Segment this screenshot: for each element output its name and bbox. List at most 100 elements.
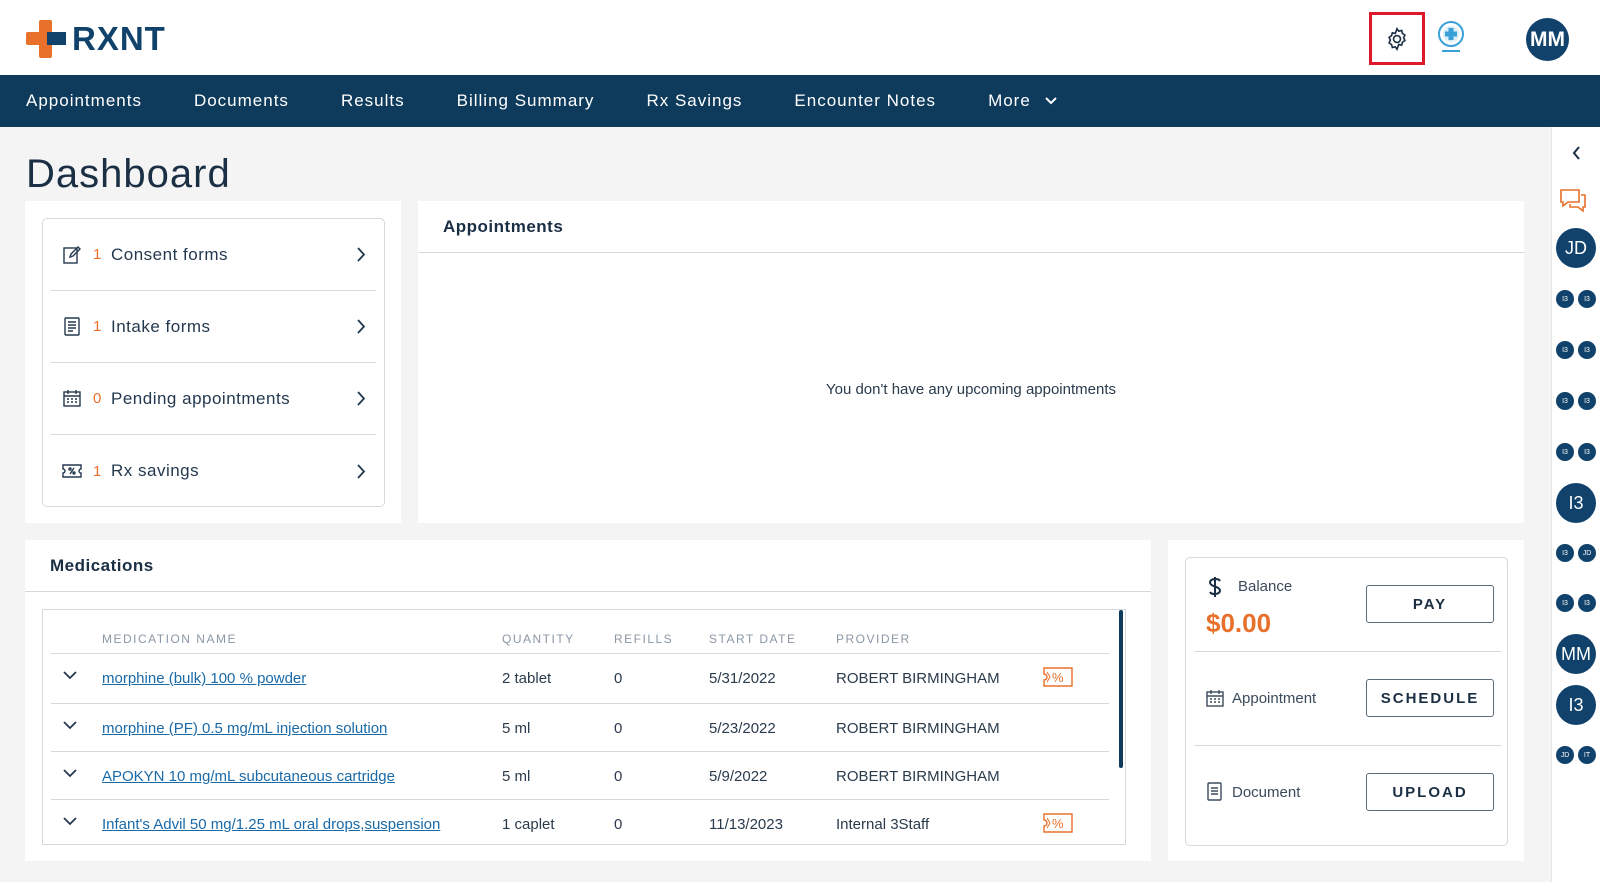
chevron-right-icon — [357, 391, 366, 406]
mini-avatar: I3 — [1578, 341, 1596, 359]
mini-avatar: JD — [1556, 746, 1574, 764]
medication-name-link[interactable]: Infant's Advil 50 mg/1.25 mL oral drops,… — [102, 816, 440, 833]
column-header-provider[interactable]: PROVIDER — [836, 632, 911, 646]
chevron-right-icon — [357, 463, 366, 479]
upload-button[interactable]: UPLOAD — [1366, 773, 1494, 811]
rail-avatar[interactable]: JD — [1556, 228, 1596, 268]
medication-quantity: 5 ml — [502, 720, 531, 737]
user-avatar[interactable]: MM — [1526, 18, 1569, 61]
calendar-icon — [61, 390, 83, 407]
schedule-button[interactable]: SCHEDULE — [1366, 679, 1494, 717]
appointment-section: Appointment SCHEDULE — [1194, 652, 1501, 746]
column-header-refills[interactable]: REFILLS — [614, 632, 673, 646]
chevron-down-icon[interactable] — [63, 817, 77, 826]
medication-name-link[interactable]: morphine (bulk) 100 % powder — [102, 670, 306, 687]
medications-title: Medications — [50, 556, 154, 575]
medication-refills: 0 — [614, 720, 623, 737]
mini-avatar: JD — [1578, 544, 1596, 562]
quick-links-card: 1 Consent forms 1 Intake forms 0 Pending… — [25, 201, 401, 523]
medication-provider: ROBERT BIRMINGHAM — [836, 768, 1000, 785]
chevron-down-icon[interactable] — [63, 721, 77, 730]
consent-forms-label: Consent forms — [111, 244, 229, 264]
nav-encounter-notes[interactable]: Encounter Notes — [794, 91, 936, 111]
medication-provider: ROBERT BIRMINGHAM — [836, 670, 1000, 687]
mini-avatar: IT — [1578, 746, 1596, 764]
medication-refills: 0 — [614, 816, 623, 833]
table-row: morphine (PF) 0.5 mg/mL injection soluti… — [51, 703, 1109, 753]
rail-avatar-group[interactable]: I3 JD — [1556, 544, 1596, 562]
rail-avatar-group[interactable]: I3 I3 — [1556, 594, 1596, 612]
rail-avatar[interactable]: I3 — [1556, 483, 1596, 523]
table-row: APOKYN 10 mg/mL subcutaneous cartridge 5… — [51, 751, 1109, 801]
mini-avatar: I3 — [1556, 341, 1574, 359]
nav-results[interactable]: Results — [341, 91, 405, 111]
scrollbar[interactable] — [1119, 610, 1123, 768]
medication-provider: Internal 3Staff — [836, 816, 930, 833]
mini-avatar: I3 — [1556, 544, 1574, 562]
column-header-quantity[interactable]: QUANTITY — [502, 632, 575, 646]
medication-provider: ROBERT BIRMINGHAM — [836, 720, 1000, 737]
nav-rx-savings[interactable]: Rx Savings — [646, 91, 742, 111]
rail-avatar-group[interactable]: I3 I3 — [1556, 443, 1596, 461]
balance-section: Balance $0.00 PAY — [1194, 558, 1501, 652]
divider — [418, 252, 1524, 253]
medication-quantity: 5 ml — [502, 768, 531, 785]
rx-savings-icon[interactable]: % — [1043, 667, 1073, 687]
rail-avatar[interactable]: I3 — [1556, 685, 1596, 725]
quick-link-pending-appointments[interactable]: 0 Pending appointments — [51, 363, 376, 435]
rxnt-logo[interactable]: RXNT — [26, 20, 166, 58]
appointments-title: Appointments — [443, 217, 564, 236]
appointment-label: Appointment — [1232, 690, 1317, 707]
rx-savings-icon[interactable]: % — [1043, 813, 1073, 833]
mini-avatar: I3 — [1556, 290, 1574, 308]
mini-avatar: I3 — [1556, 443, 1574, 461]
rail-avatar-group[interactable]: JD IT — [1556, 746, 1596, 764]
logo-text: RXNT — [72, 20, 166, 57]
quick-link-consent-forms[interactable]: 1 Consent forms — [51, 219, 376, 291]
rail-avatar-group[interactable]: I3 I3 — [1556, 341, 1596, 359]
pay-button[interactable]: PAY — [1366, 585, 1494, 623]
document-section: Document UPLOAD — [1194, 746, 1501, 846]
dollar-icon — [1208, 577, 1222, 597]
mini-avatar: I3 — [1556, 594, 1574, 612]
medication-name-link[interactable]: APOKYN 10 mg/mL subcutaneous cartridge — [102, 768, 395, 785]
nav-appointments[interactable]: Appointments — [26, 91, 142, 111]
settings-button[interactable] — [1369, 12, 1425, 65]
mini-avatar: I3 — [1578, 594, 1596, 612]
medication-refills: 0 — [614, 670, 623, 687]
mini-avatar: I3 — [1578, 290, 1596, 308]
chat-bubbles-icon[interactable] — [1559, 187, 1587, 213]
quick-link-rx-savings[interactable]: 1 Rx savings — [51, 435, 376, 507]
nav-billing-summary[interactable]: Billing Summary — [457, 91, 595, 111]
nav-documents[interactable]: Documents — [194, 91, 289, 111]
chevron-down-icon[interactable] — [63, 769, 77, 778]
rx-savings-count: 1 — [93, 462, 102, 480]
chevron-down-icon[interactable] — [63, 671, 77, 680]
quick-link-intake-forms[interactable]: 1 Intake forms — [51, 291, 376, 363]
rail-avatar-group[interactable]: I3 I3 — [1556, 392, 1596, 410]
document-icon — [1207, 782, 1222, 801]
column-header-start-date[interactable]: START DATE — [709, 632, 796, 646]
chevron-right-icon — [357, 247, 366, 262]
medications-table[interactable]: MEDICATION NAME QUANTITY REFILLS START D… — [42, 609, 1126, 845]
rx-savings-icon — [61, 464, 83, 478]
medical-logo-icon[interactable] — [1436, 20, 1466, 56]
mini-avatar: I3 — [1578, 443, 1596, 461]
rail-avatar-group[interactable]: I3 I3 — [1556, 290, 1596, 308]
billing-actions: Balance $0.00 PAY Appointment SCHEDULE D… — [1185, 557, 1508, 846]
rail-avatar[interactable]: MM — [1556, 634, 1596, 674]
table-row: morphine (bulk) 100 % powder 2 tablet 0 … — [51, 653, 1109, 703]
chevron-down-icon — [1045, 97, 1057, 105]
chevron-left-icon[interactable] — [1572, 146, 1581, 160]
medication-name-link[interactable]: morphine (PF) 0.5 mg/mL injection soluti… — [102, 720, 387, 737]
medication-start-date: 5/9/2022 — [709, 768, 768, 785]
nav-more[interactable]: More — [988, 91, 1057, 111]
pending-appointments-label: Pending appointments — [111, 388, 291, 408]
intake-forms-count: 1 — [93, 318, 102, 335]
medication-quantity: 2 tablet — [502, 670, 552, 687]
medication-start-date: 5/23/2022 — [709, 720, 776, 737]
document-label: Document — [1232, 784, 1301, 801]
consent-form-icon — [61, 245, 83, 264]
column-header-medication-name[interactable]: MEDICATION NAME — [102, 632, 237, 646]
medication-start-date: 5/31/2022 — [709, 670, 776, 687]
